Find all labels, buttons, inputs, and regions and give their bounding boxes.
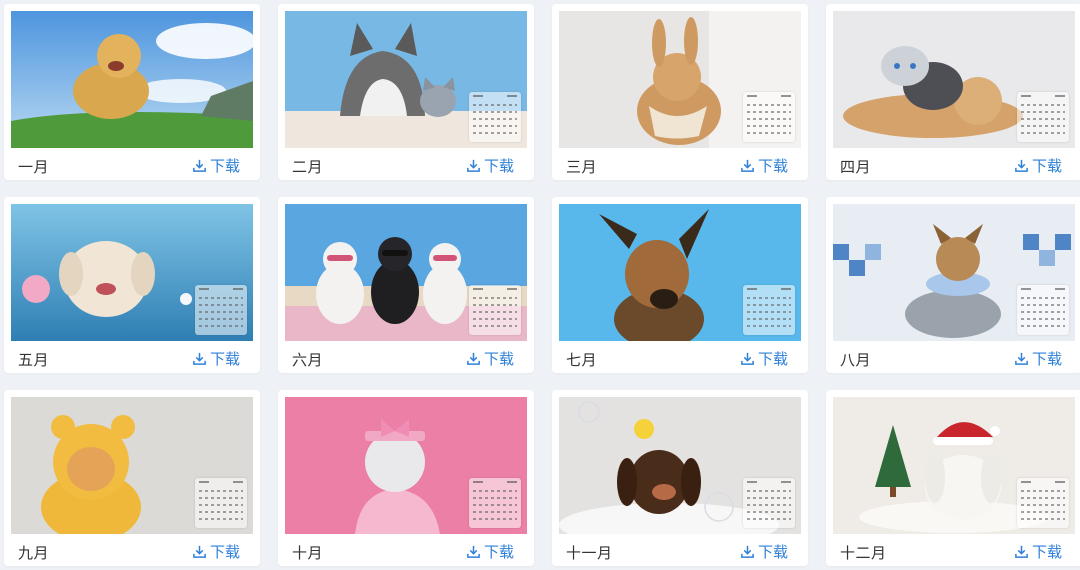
month-card-9[interactable]: 九月 下载 (4, 390, 260, 566)
golden-retriever-photo (11, 11, 253, 148)
download-button[interactable]: 下载 (1014, 541, 1062, 562)
download-icon (193, 352, 206, 365)
card-thumbnail[interactable] (11, 204, 253, 341)
month-label: 八月 (840, 351, 872, 369)
month-label: 三月 (566, 158, 598, 176)
download-label: 下载 (209, 350, 240, 368)
download-icon (467, 352, 480, 365)
download-icon (741, 545, 754, 558)
download-button[interactable]: 下载 (1014, 348, 1062, 369)
calendar-overlay (743, 478, 795, 528)
card-footer: 十月 下载 (278, 534, 534, 566)
month-card-8[interactable]: 八月 下载 (826, 197, 1080, 373)
month-card-3[interactable]: 三月 下载 (552, 4, 808, 180)
month-label: 十一月 (566, 544, 613, 562)
card-thumbnail[interactable] (285, 11, 527, 148)
month-card-4[interactable]: 四月 下载 (826, 4, 1080, 180)
calendar-overlay (469, 92, 521, 142)
month-label: 六月 (292, 351, 324, 369)
month-card-11[interactable]: 十一月 下载 (552, 390, 808, 566)
download-icon (467, 545, 480, 558)
calendar-overlay (1017, 92, 1069, 142)
card-footer: 十二月 下载 (826, 534, 1080, 566)
month-label: 四月 (840, 158, 872, 176)
calendar-overlay (743, 92, 795, 142)
month-card-6[interactable]: 六月 下载 (278, 197, 534, 373)
card-thumbnail[interactable] (285, 204, 527, 341)
card-footer: 八月 下载 (826, 341, 1080, 373)
card-thumbnail[interactable] (833, 397, 1075, 534)
calendar-overlay (195, 285, 247, 335)
calendar-overlay (469, 285, 521, 335)
card-thumbnail[interactable] (833, 11, 1075, 148)
download-label: 下载 (757, 157, 788, 175)
download-button[interactable]: 下载 (466, 541, 514, 562)
download-button[interactable]: 下载 (192, 541, 240, 562)
card-thumbnail[interactable] (285, 397, 527, 534)
month-label: 十二月 (840, 544, 887, 562)
card-thumbnail[interactable] (559, 397, 801, 534)
download-button[interactable]: 下载 (1014, 155, 1062, 176)
month-label: 一月 (18, 158, 50, 176)
month-label: 二月 (292, 158, 324, 176)
download-icon (467, 159, 480, 172)
download-label: 下载 (483, 157, 514, 175)
month-label: 十月 (292, 544, 324, 562)
calendar-overlay (195, 478, 247, 528)
download-label: 下载 (483, 350, 514, 368)
download-icon (193, 159, 206, 172)
card-thumbnail[interactable] (559, 11, 801, 148)
card-footer: 一月 下载 (4, 148, 260, 180)
download-button[interactable]: 下载 (740, 155, 788, 176)
card-footer: 六月 下载 (278, 341, 534, 373)
card-footer: 三月 下载 (552, 148, 808, 180)
card-footer: 十一月 下载 (552, 534, 808, 566)
card-thumbnail[interactable] (11, 397, 253, 534)
download-label: 下载 (483, 543, 514, 561)
card-footer: 七月 下载 (552, 341, 808, 373)
download-icon (741, 159, 754, 172)
calendar-overlay (743, 285, 795, 335)
card-footer: 二月 下载 (278, 148, 534, 180)
card-thumbnail[interactable] (833, 204, 1075, 341)
calendar-wallpaper-grid: 一月 下载 二月 下载 三月 下载 四月 下载 五月 下载 六月 下载 七月 下… (0, 0, 1080, 570)
month-card-1[interactable]: 一月 下载 (4, 4, 260, 180)
download-label: 下载 (209, 157, 240, 175)
download-button[interactable]: 下载 (740, 541, 788, 562)
download-icon (1015, 159, 1028, 172)
month-card-12[interactable]: 十二月 下载 (826, 390, 1080, 566)
month-card-10[interactable]: 十月 下载 (278, 390, 534, 566)
month-card-5[interactable]: 五月 下载 (4, 197, 260, 373)
download-button[interactable]: 下载 (466, 348, 514, 369)
card-thumbnail[interactable] (11, 11, 253, 148)
download-label: 下载 (757, 543, 788, 561)
card-footer: 五月 下载 (4, 341, 260, 373)
month-card-7[interactable]: 七月 下载 (552, 197, 808, 373)
download-icon (193, 545, 206, 558)
download-label: 下载 (757, 350, 788, 368)
month-label: 七月 (566, 351, 598, 369)
download-label: 下载 (209, 543, 240, 561)
download-label: 下载 (1031, 543, 1062, 561)
calendar-overlay (1017, 285, 1069, 335)
card-footer: 四月 下载 (826, 148, 1080, 180)
calendar-overlay (1017, 478, 1069, 528)
card-footer: 九月 下载 (4, 534, 260, 566)
calendar-overlay (469, 478, 521, 528)
download-icon (741, 352, 754, 365)
month-label: 九月 (18, 544, 50, 562)
download-icon (1015, 545, 1028, 558)
download-button[interactable]: 下载 (192, 348, 240, 369)
download-icon (1015, 352, 1028, 365)
card-thumbnail[interactable] (559, 204, 801, 341)
download-button[interactable]: 下载 (192, 155, 240, 176)
month-label: 五月 (18, 351, 50, 369)
download-label: 下载 (1031, 350, 1062, 368)
download-label: 下载 (1031, 157, 1062, 175)
download-button[interactable]: 下载 (466, 155, 514, 176)
download-button[interactable]: 下载 (740, 348, 788, 369)
month-card-2[interactable]: 二月 下载 (278, 4, 534, 180)
